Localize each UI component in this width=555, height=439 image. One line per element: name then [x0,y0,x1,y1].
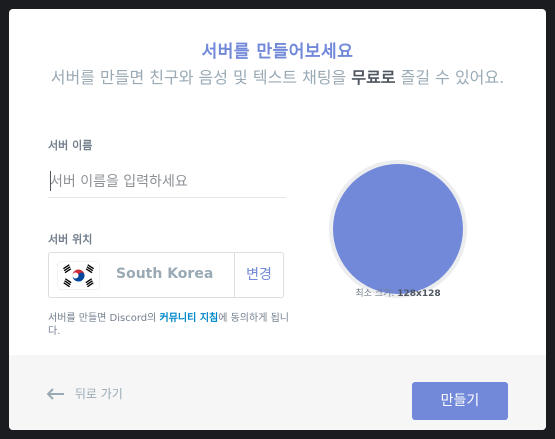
create-server-modal: 서버를 만들어보세요 서버를 만들면 친구와 음성 및 텍스트 채팅을 무료로 … [9,9,546,430]
terms-text: 서버를 만들면 Discord의 [48,313,160,324]
subtitle-text: 서버를 만들면 친구와 음성 및 텍스트 채팅을 [50,68,352,87]
community-guidelines-link[interactable]: 커뮤니티 지침 [160,313,219,324]
server-name-label: 서버 이름 [48,139,93,152]
south-korea-flag-icon [58,262,99,289]
min-size-label: 최소 크기: [355,289,395,299]
back-button[interactable]: 뒤로 가기 [46,385,123,403]
modal-title: 서버를 만들어보세요 [201,42,354,62]
modal-footer: 뒤로 가기 만들기 [9,355,546,430]
min-size-hint: 최소 크기: 128x128 [319,286,477,299]
server-region-label: 서버 위치 [48,233,93,246]
text-caret [50,171,51,191]
min-size-value: 128x128 [397,289,441,299]
server-region-selector[interactable]: South Korea 변경 [48,252,284,298]
server-name-input[interactable] [48,167,286,198]
subtitle-bold-text: 무료로 [351,68,396,87]
change-region-button[interactable]: 변경 [234,253,283,297]
arrow-left-icon [46,388,69,403]
subtitle-text-end: 즐길 수 있어요. [395,68,505,87]
modal-subtitle: 서버를 만들면 친구와 음성 및 텍스트 채팅을 무료로 즐길 수 있어요. [49,67,506,88]
create-button[interactable]: 만들기 [412,382,508,420]
back-label: 뒤로 가기 [74,387,123,401]
region-name: South Korea [116,266,214,282]
terms-notice: 서버를 만들면 Discord의 커뮤니티 지침에 동의하게 됩니다. [48,312,293,338]
server-icon-upload[interactable] [333,164,463,294]
